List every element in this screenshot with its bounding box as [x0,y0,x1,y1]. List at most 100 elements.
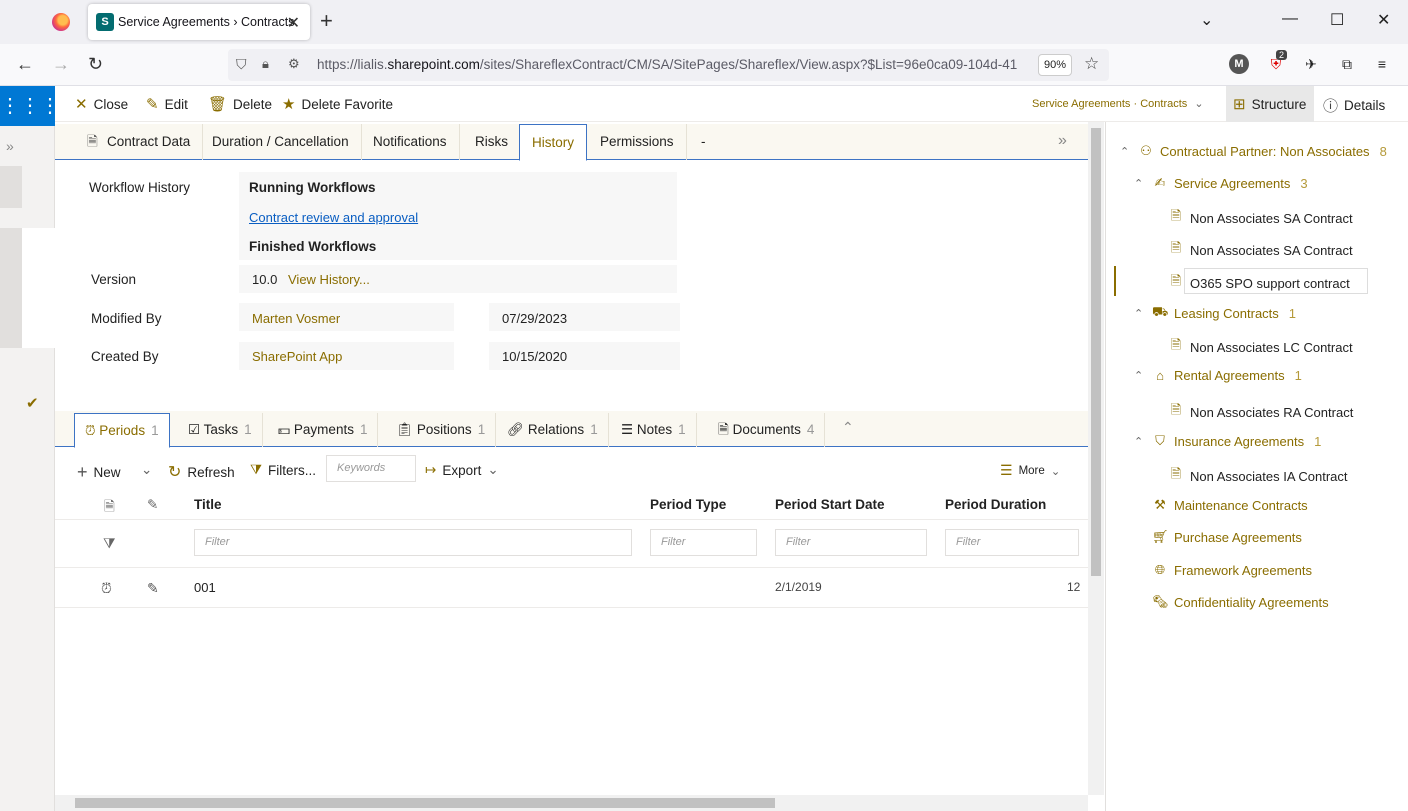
scroll-thumb[interactable] [1091,128,1101,576]
tree-leasing[interactable]: ⌃ ⛟ Leasing Contracts 1 [1134,304,1296,322]
collapse-up-icon[interactable]: ⌃ [842,419,854,436]
browser-tabstrip: S Service Agreements › Contracts ✕ + ⌄ —… [0,0,1408,44]
tree-confidentiality[interactable]: 🗞︎ Confidentiality Agreements [1152,594,1329,610]
filter-title-input[interactable]: Filter [194,529,632,556]
tab-positions[interactable]: 📋︎ Positions 1 [386,413,497,447]
tree-insurance[interactable]: ⌃ ⛉ Insurance Agreements 1 [1134,433,1321,449]
breadcrumb[interactable]: Service Agreements · Contracts ⌄ [1032,97,1204,110]
app-launcher-icon[interactable]: ⋮⋮⋮ [0,86,60,126]
url-bar[interactable]: ⛉ 🔒︎ ⚙︎ https://lialis.sharepoint.com/si… [228,49,1109,81]
edit-button[interactable]: ✎ Edit [146,95,188,113]
delete-favorite-button[interactable]: ★ Delete Favorite [282,95,393,113]
tab-list-chevron-icon[interactable]: ⌄ [1200,10,1213,30]
tab-payments[interactable]: 💵︎ Payments 1 [268,413,379,447]
created-by-value[interactable]: SharePoint App [252,349,342,364]
row-title[interactable]: 001 [194,580,216,595]
tab-periods[interactable]: ⏰︎ Periods 1 [74,413,170,448]
lock-icon[interactable]: 🔒︎ [262,56,269,72]
tab-more[interactable]: - [689,124,718,160]
tab-duration-cancellation[interactable]: Duration / Cancellation [200,124,362,160]
tab-history[interactable]: History [519,124,588,161]
filter-period-start-input[interactable]: Filter [775,529,927,556]
permissions-icon[interactable]: ⚙︎ [288,56,300,72]
vertical-scrollbar[interactable] [1088,122,1104,795]
filters-button[interactable]: ⧩ Filters... [250,462,316,478]
tab-relations[interactable]: 🔗︎ Relations 1 [497,413,609,447]
tree-purchase[interactable]: 🛒︎ Purchase Agreements [1152,529,1302,545]
tab-notes[interactable]: ☰ Notes 1 [611,413,697,447]
tree-ia-item[interactable]: 🗎 Non Associates IA Contract [1168,465,1348,487]
close-button[interactable]: ✕ Close [75,95,128,113]
tree-ra-item[interactable]: 🗎 Non Associates RA Contract [1168,401,1354,423]
bookmark-star-icon[interactable]: ☆ [1084,54,1099,74]
running-workflow-link[interactable]: Contract review and approval [249,210,418,225]
document-icon: 🗎 [718,422,729,437]
close-tab-icon[interactable]: ✕ [287,13,300,33]
firefox-icon[interactable] [52,13,70,31]
maximize-icon[interactable]: ☐ [1330,10,1344,30]
tab-documents[interactable]: 🗎 Documents 4 [708,413,826,447]
filter-period-duration-input[interactable]: Filter [945,529,1079,556]
link-icon: 🔗︎ [507,422,525,437]
alarm-clock-icon: ⏰︎ [85,423,96,438]
tree-root[interactable]: ⌃ ⚇ Contractual Partner: Non Associates 8 [1120,143,1387,159]
sealed-document-icon: 🗞︎ [1152,594,1169,609]
tab-contract-data[interactable]: 🗎 Contract Data [75,124,204,160]
zoom-level[interactable]: 90% [1038,54,1072,76]
tree-service-agreements[interactable]: ⌃ ✍︎ Service Agreements 3 [1134,175,1308,191]
details-button[interactable]: ⓘ Details [1323,95,1385,116]
tree-sa-item-selected[interactable]: 🗎 O365 SPO support contract [1168,272,1350,294]
delete-button[interactable]: 🗑︎ Delete [208,95,272,113]
structure-button[interactable]: ⊞ Structure [1233,95,1306,113]
modified-by-value[interactable]: Marten Vosmer [252,311,340,326]
minimize-icon[interactable]: — [1282,10,1298,28]
refresh-button[interactable]: ↻ Refresh [168,462,235,482]
horizontal-scrollbar[interactable] [55,795,1088,811]
tree-lc-item[interactable]: 🗎 Non Associates LC Contract [1168,336,1353,358]
filter-icon: ⧩ [250,462,263,477]
col-title[interactable]: Title [194,497,222,512]
tree-sa-item[interactable]: 🗎 Non Associates SA Contract [1168,207,1353,229]
keywords-input[interactable]: Keywords [326,455,416,482]
workflow-history-label: Workflow History [89,180,191,195]
sharepoint-favicon-icon: S [96,13,114,31]
scroll-thumb[interactable] [75,798,775,808]
filter-row-icon: ⧩ [103,535,116,551]
tree-sa-item[interactable]: 🗎 Non Associates SA Contract [1168,239,1353,261]
tree-rental[interactable]: ⌃ ⌂ Rental Agreements 1 [1134,368,1302,383]
document-column-icon: 🗎 [104,499,115,514]
window-close-icon[interactable]: ✕ [1377,10,1390,30]
edit-row-icon[interactable]: ✎ [147,580,159,597]
tab-risks[interactable]: Risks [463,124,521,160]
check-badge-icon: ✔︎ [26,395,39,412]
new-tab-icon[interactable]: + [320,8,333,34]
tab-notifications[interactable]: Notifications [361,124,460,160]
account-avatar[interactable]: M [1229,54,1249,74]
more-button[interactable]: ☰ More ⌄ [1000,462,1060,479]
col-period-duration[interactable]: Period Duration [945,497,1046,512]
tab-tasks[interactable]: ☑︎ Tasks 1 [178,413,263,447]
expand-nav-icon[interactable]: » [6,138,14,154]
reload-icon[interactable]: ↻ [88,54,103,75]
url-text[interactable]: https://lialis.sharepoint.com/sites/Shar… [317,57,1042,72]
new-dropdown-icon[interactable]: ⌄ [141,462,152,478]
puzzle-extensions-icon[interactable]: ⧉ [1337,54,1357,74]
export-button[interactable]: ↦ Export ⌄ [425,462,499,478]
back-icon[interactable]: ← [16,54,34,75]
tab-permissions[interactable]: Permissions [588,124,687,160]
col-period-start-date[interactable]: Period Start Date [775,497,885,512]
new-button[interactable]: + New [77,462,121,483]
col-period-type[interactable]: Period Type [650,497,726,512]
filter-period-type-input[interactable]: Filter [650,529,757,556]
view-history-link[interactable]: View History... [288,272,370,287]
modified-by-label: Modified By [91,311,162,326]
shield-icon[interactable]: ⛉ [236,56,247,73]
forward-icon[interactable]: → [52,54,70,75]
tree-framework[interactable]: 🌐︎ Framework Agreements [1152,562,1312,578]
app-menu-icon[interactable]: ≡ [1372,54,1392,74]
running-workflows-heading: Running Workflows [249,180,376,195]
extension-icon[interactable]: ✈︎ [1301,54,1321,74]
tree-maintenance[interactable]: ⚒︎ Maintenance Contracts [1152,497,1308,513]
scroll-tabs-right-icon[interactable]: » [1058,132,1067,150]
browser-tab[interactable]: S Service Agreements › Contracts ✕ [88,4,310,40]
